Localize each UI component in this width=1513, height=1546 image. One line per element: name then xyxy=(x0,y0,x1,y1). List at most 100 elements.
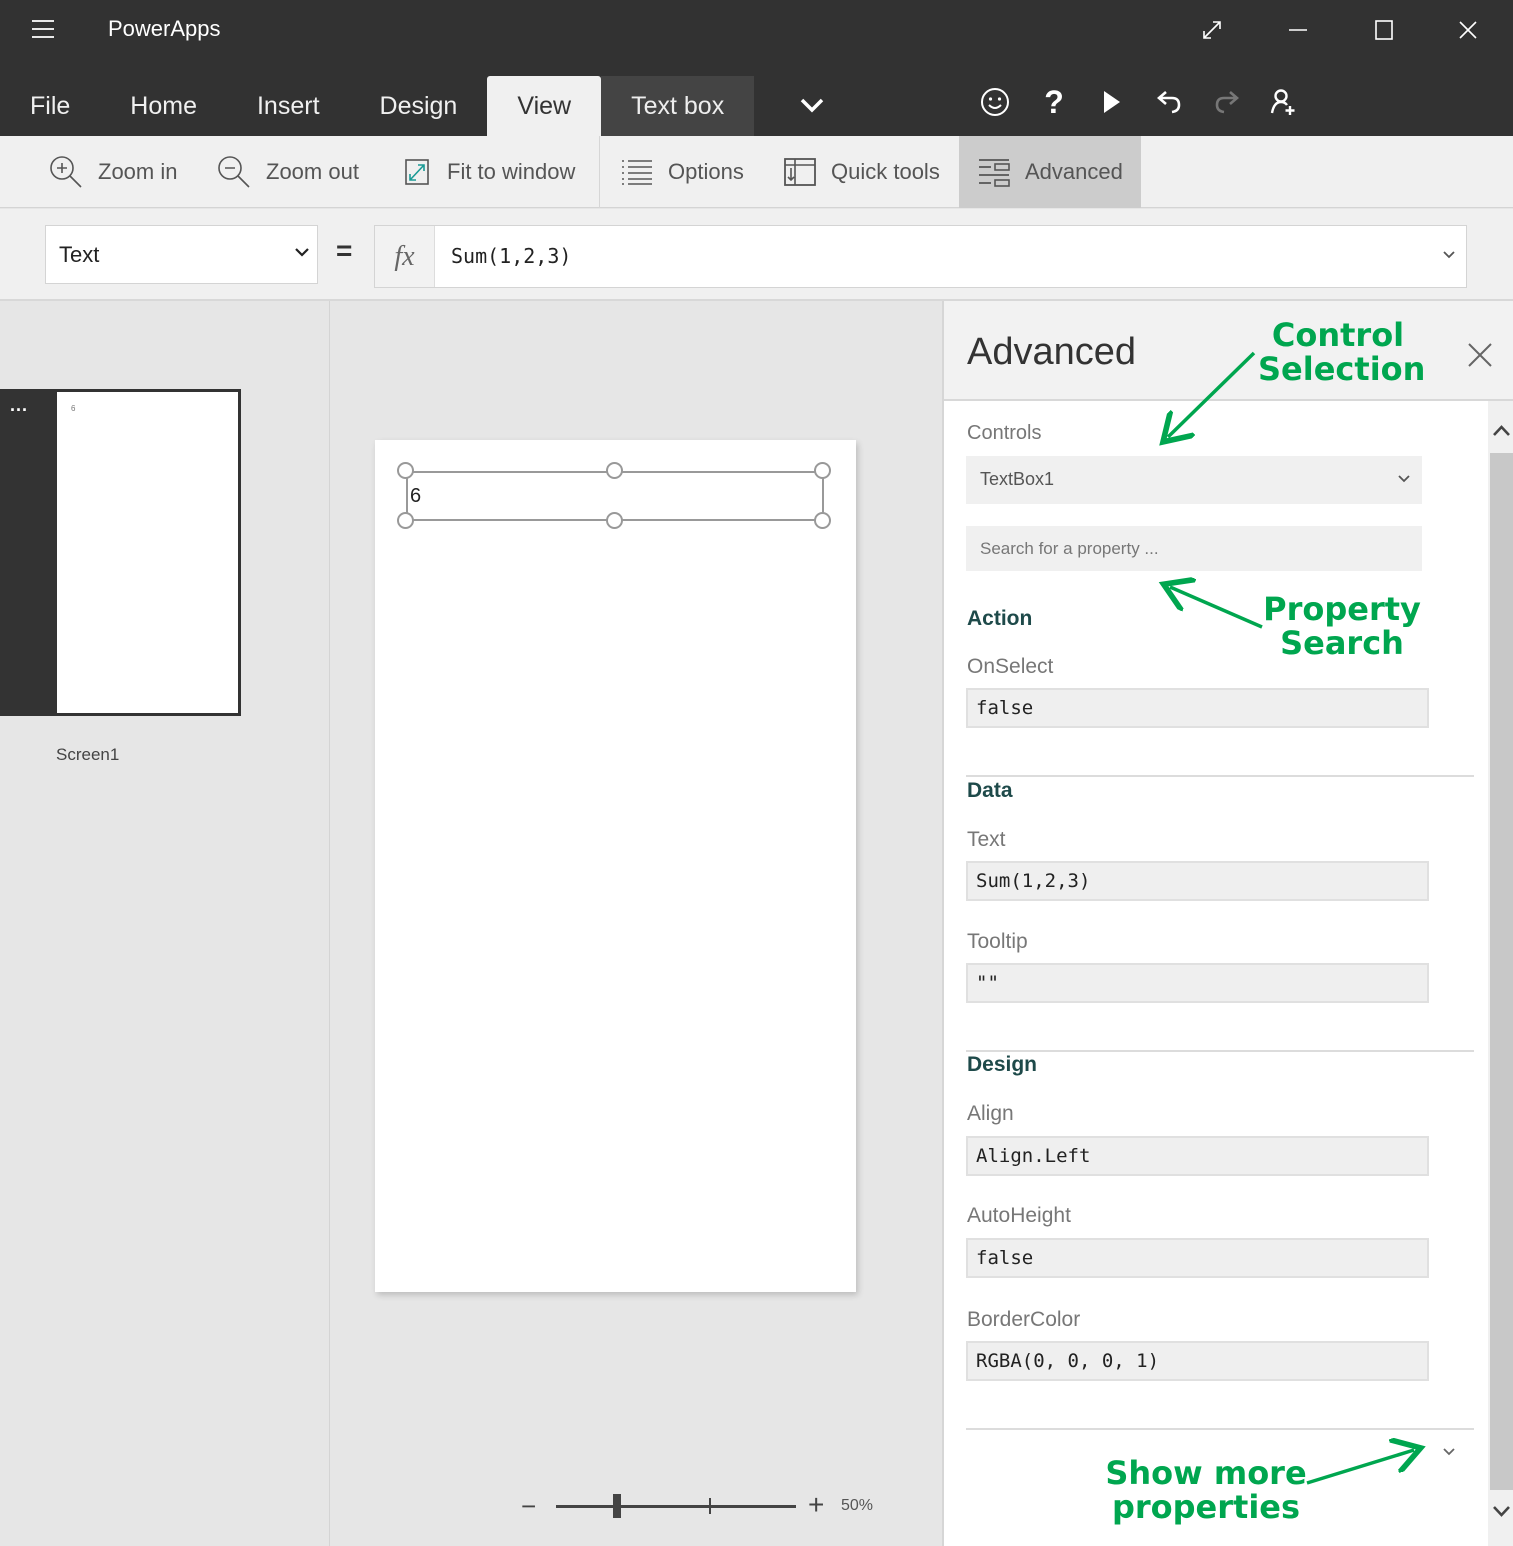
fit-to-window-button[interactable]: Fit to window xyxy=(403,136,575,208)
feedback-smiley-icon[interactable] xyxy=(975,82,1015,122)
property-field-onselect[interactable]: false xyxy=(966,688,1429,728)
zoom-out-label: Zoom out xyxy=(266,159,359,184)
tab-insert[interactable]: Insert xyxy=(227,76,350,136)
control-selector-dropdown[interactable]: TextBox1 xyxy=(966,456,1422,504)
selected-control: TextBox1 xyxy=(980,469,1055,489)
tab-design[interactable]: Design xyxy=(350,76,488,136)
screen-thumbnail[interactable]: 6 xyxy=(57,392,238,713)
show-more-properties-chevron-icon[interactable] xyxy=(1440,1444,1458,1460)
tab-text-box[interactable]: Text box xyxy=(601,76,755,136)
options-button[interactable]: Options xyxy=(620,136,744,208)
resize-icon[interactable] xyxy=(1190,8,1234,52)
property-dropdown-value: Text xyxy=(59,241,100,267)
zoom-slider-bar: − + 50% xyxy=(521,1489,901,1522)
formula-input[interactable]: fx Sum(1,2,3) xyxy=(374,225,1467,288)
property-field-bordercolor[interactable]: RGBA(0, 0, 0, 1) xyxy=(966,1341,1429,1381)
formula-text[interactable]: Sum(1,2,3) xyxy=(451,244,571,268)
textbox-value: 6 xyxy=(410,485,422,507)
tab-file[interactable]: File xyxy=(0,76,100,136)
chevron-down-icon xyxy=(1398,475,1410,483)
hamburger-menu-icon[interactable] xyxy=(30,18,56,40)
resize-handle-bottom-right[interactable] xyxy=(814,512,831,529)
property-label-tooltip: Tooltip xyxy=(967,930,1028,953)
maximize-icon[interactable] xyxy=(1362,8,1406,52)
annotation-show-more-properties: Show more properties xyxy=(1105,1454,1307,1526)
screen-thumbnail-selected[interactable]: ... 6 xyxy=(0,389,241,716)
ribbon-separator xyxy=(599,136,600,208)
panel-scrollbar[interactable] xyxy=(1488,401,1513,1546)
fx-icon: fx xyxy=(375,226,435,287)
advanced-panel: Advanced Controls TextBox1 Action OnSele… xyxy=(942,301,1513,1546)
property-dropdown[interactable]: Text xyxy=(45,225,318,284)
section-data-heading: Data xyxy=(967,779,1013,802)
resize-handle-top-left[interactable] xyxy=(397,462,414,479)
zoom-in-icon xyxy=(50,156,82,188)
annotation-control-selection: Control Selection xyxy=(1258,316,1426,388)
quick-tools-label: Quick tools xyxy=(831,159,940,184)
share-user-icon[interactable] xyxy=(1263,82,1303,122)
property-field-text[interactable]: Sum(1,2,3) xyxy=(966,861,1429,901)
section-divider xyxy=(966,775,1474,777)
play-icon[interactable] xyxy=(1091,82,1131,122)
resize-handle-bottom[interactable] xyxy=(606,512,623,529)
advanced-button[interactable]: Advanced xyxy=(959,136,1141,208)
chevron-down-icon xyxy=(295,248,309,257)
formula-bar: Text = fx Sum(1,2,3) xyxy=(0,209,1513,301)
property-field-autoheight[interactable]: false xyxy=(966,1238,1429,1278)
options-label: Options xyxy=(668,159,744,184)
section-design-heading: Design xyxy=(967,1053,1038,1076)
zoom-slider-thumb[interactable] xyxy=(613,1494,621,1518)
screen-name-label: Screen1 xyxy=(56,745,120,764)
zoom-minus-button[interactable]: − xyxy=(521,1491,536,1522)
expand-formula-chevron-icon[interactable] xyxy=(1440,246,1458,264)
resize-handle-bottom-left[interactable] xyxy=(397,512,414,529)
advanced-panel-title: Advanced xyxy=(967,331,1137,373)
scroll-down-icon[interactable] xyxy=(1490,1501,1513,1521)
scroll-up-icon[interactable] xyxy=(1490,421,1513,441)
quick-tools-icon xyxy=(784,158,816,186)
close-icon[interactable] xyxy=(1446,8,1490,52)
ribbon-tabs: File Home Insert Design View Text box xyxy=(0,76,755,136)
options-list-icon xyxy=(622,160,652,185)
zoom-plus-button[interactable]: + xyxy=(808,1489,824,1521)
app-screen-canvas[interactable]: 6 xyxy=(375,440,856,1292)
tab-view[interactable]: View xyxy=(487,76,602,136)
redo-icon[interactable] xyxy=(1206,82,1246,122)
controls-label: Controls xyxy=(967,422,1042,444)
powerapps-window: PowerApps File Home Insert Design View T… xyxy=(0,0,1513,1546)
minimize-icon[interactable] xyxy=(1276,8,1320,52)
more-tabs-chevron-down-icon[interactable] xyxy=(790,86,834,126)
advanced-label: Advanced xyxy=(1025,159,1123,184)
screen-more-options-icon[interactable]: ... xyxy=(10,395,28,416)
property-label-align: Align xyxy=(967,1102,1014,1125)
undo-icon[interactable] xyxy=(1150,82,1190,122)
advanced-properties-icon xyxy=(979,159,1010,187)
screens-panel: ... 6 Screen1 xyxy=(0,301,330,1546)
canvas-area: 6 − + 50% xyxy=(331,301,941,1546)
property-label-onselect: OnSelect xyxy=(967,655,1054,678)
resize-handle-top-right[interactable] xyxy=(814,462,831,479)
quick-tools-button[interactable]: Quick tools xyxy=(783,136,940,208)
zoom-out-icon xyxy=(218,156,250,188)
property-label-text: Text xyxy=(967,828,1006,851)
tab-home[interactable]: Home xyxy=(100,76,227,136)
scrollbar-thumb[interactable] xyxy=(1490,453,1513,1490)
app-title: PowerApps xyxy=(108,16,221,41)
zoom-slider-track[interactable] xyxy=(556,1498,796,1514)
property-field-tooltip[interactable]: "" xyxy=(966,963,1429,1003)
zoom-in-button[interactable]: Zoom in xyxy=(48,136,177,208)
section-divider xyxy=(966,1428,1474,1430)
fit-to-window-icon xyxy=(405,159,429,185)
fit-to-window-label: Fit to window xyxy=(447,159,576,184)
view-ribbon: Zoom in Zoom out Fit to window Options Q… xyxy=(0,136,1513,208)
thumbnail-textbox-preview: 6 xyxy=(71,404,76,413)
property-search-input[interactable] xyxy=(966,526,1422,571)
close-panel-icon[interactable] xyxy=(1464,339,1496,371)
property-field-align[interactable]: Align.Left xyxy=(966,1136,1429,1176)
help-icon[interactable]: ? xyxy=(1034,82,1074,122)
zoom-out-button[interactable]: Zoom out xyxy=(216,136,359,208)
zoom-slider-tick xyxy=(709,1498,711,1514)
annotation-property-search: Property Search xyxy=(1263,590,1421,662)
zoom-in-label: Zoom in xyxy=(98,159,178,184)
resize-handle-top[interactable] xyxy=(606,462,623,479)
